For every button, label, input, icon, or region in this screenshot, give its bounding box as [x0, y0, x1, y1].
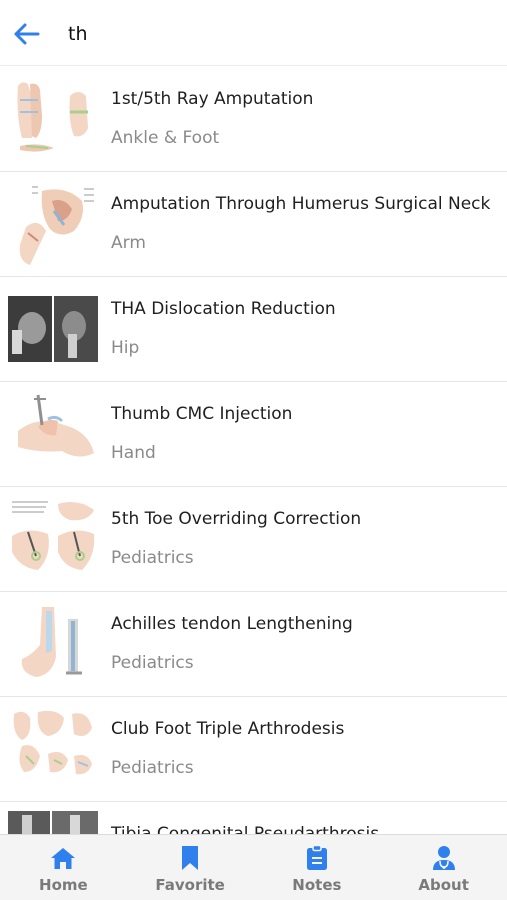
list-item[interactable]: Achilles tendon Lengthening Pediatrics — [0, 592, 507, 697]
thumbnail-image — [19, 186, 94, 265]
tab-home[interactable]: Home — [0, 835, 127, 900]
tab-about[interactable]: About — [380, 835, 507, 900]
item-category: Arm — [111, 233, 146, 253]
item-category: Hip — [111, 338, 140, 358]
thumbnail-image — [21, 607, 82, 677]
item-category: Ankle & Foot — [111, 128, 220, 148]
item-title: Achilles tendon Lengthening — [111, 614, 353, 634]
thumbnail-image — [13, 710, 92, 775]
item-category: Pediatrics — [111, 548, 194, 568]
item-title: Amputation Through Humerus Surgical Neck — [111, 194, 491, 214]
list-item[interactable]: Thumb CMC Injection Hand — [0, 382, 507, 487]
search-input[interactable] — [68, 18, 488, 50]
tab-notes[interactable]: Notes — [254, 835, 381, 900]
thumbnail-image — [8, 296, 98, 362]
item-title: 1st/5th Ray Amputation — [111, 89, 314, 109]
list-item[interactable]: 5th Toe Overriding Correction Pediatrics — [0, 487, 507, 592]
back-button[interactable] — [10, 18, 42, 50]
doctor-icon — [431, 845, 457, 871]
tab-label: Home — [39, 876, 88, 894]
item-category: Hand — [111, 443, 156, 463]
thumbnail-image — [17, 82, 88, 152]
results-list: 1st/5th Ray Amputation Ankle & Foot Ampu… — [0, 67, 507, 834]
tab-favorite[interactable]: Favorite — [127, 835, 254, 900]
arrow-left-icon — [14, 23, 40, 45]
clipboard-icon — [304, 845, 330, 871]
bookmark-icon — [177, 845, 203, 871]
thumbnail-image — [8, 811, 98, 834]
item-category: Pediatrics — [111, 653, 194, 673]
tab-label: Notes — [292, 876, 342, 894]
item-title: Club Foot Triple Arthrodesis — [111, 719, 345, 739]
item-category: Pediatrics — [111, 758, 194, 778]
tab-label: About — [418, 876, 469, 894]
item-title: Thumb CMC Injection — [111, 404, 293, 424]
list-item[interactable]: Amputation Through Humerus Surgical Neck… — [0, 172, 507, 277]
tab-label: Favorite — [155, 876, 225, 894]
item-title: THA Dislocation Reduction — [111, 299, 336, 319]
search-header — [0, 0, 507, 66]
item-title: 5th Toe Overriding Correction — [111, 509, 362, 529]
list-item[interactable]: THA Dislocation Reduction Hip — [0, 277, 507, 382]
list-item[interactable]: 1st/5th Ray Amputation Ankle & Foot — [0, 67, 507, 172]
bottom-tab-bar: Home Favorite Notes About — [0, 834, 507, 900]
home-icon — [50, 845, 76, 871]
thumbnail-image — [12, 501, 95, 570]
item-title: Tibia Congenital Pseudarthrosis — [111, 824, 380, 834]
thumbnail-image — [18, 394, 94, 457]
list-item[interactable]: Club Foot Triple Arthrodesis Pediatrics — [0, 697, 507, 802]
list-item[interactable]: Tibia Congenital Pseudarthrosis — [0, 802, 507, 834]
